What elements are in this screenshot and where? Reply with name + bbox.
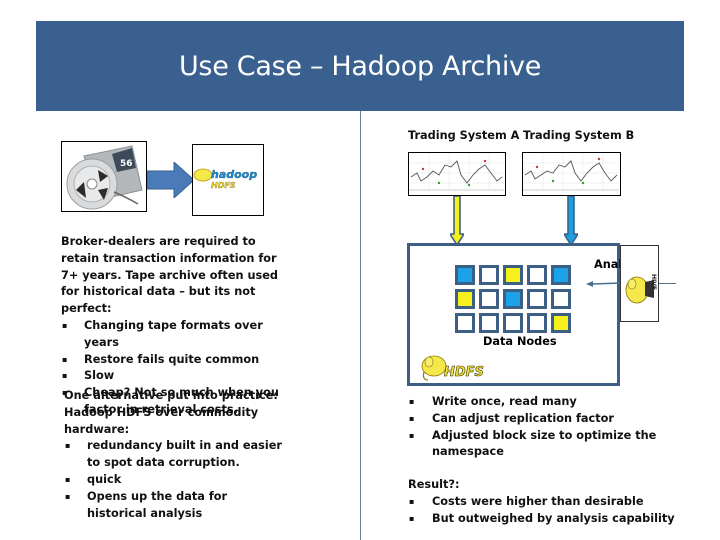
stock-chart-icon xyxy=(409,153,504,191)
svg-text:hadoop: hadoop xyxy=(211,168,257,181)
result-label: Result?: xyxy=(408,478,460,491)
data-node-yellow xyxy=(551,313,571,333)
tape-intro: Broker-dealers are required to retain tr… xyxy=(61,235,278,316)
list-item: Opens up the data for historical analysi… xyxy=(64,489,289,523)
list-item: Restore fails quite common xyxy=(61,352,296,369)
hdfs-elephant-logo-icon: HDFS xyxy=(421,355,484,381)
data-node-empty xyxy=(527,289,547,309)
list-item: Costs were higher than desirable xyxy=(408,494,708,511)
trading-a-to-hdfs-arrow-icon xyxy=(450,196,464,246)
benefit-list: redundancy built in and easier to spot d… xyxy=(64,438,289,522)
tape-reel-icon: 56 xyxy=(66,145,143,210)
data-nodes-grid xyxy=(455,265,575,337)
title-bar: Use Case – Hadoop Archive xyxy=(36,21,684,111)
list-item: Changing tape formats over years xyxy=(61,318,296,352)
stock-chart-icon xyxy=(523,153,619,191)
hive-connector-line xyxy=(659,283,676,284)
alternative-intro: One alternative put into practice: Hadoo… xyxy=(64,389,278,436)
column-divider xyxy=(360,111,361,540)
tape-archive-image: 56 xyxy=(61,141,147,212)
hdfs-features: Write once, read many Can adjust replica… xyxy=(408,394,668,461)
data-node-empty xyxy=(479,289,499,309)
data-node-empty xyxy=(503,313,523,333)
data-nodes-label: Data Nodes xyxy=(483,335,557,348)
svg-text:56: 56 xyxy=(120,159,133,169)
data-node-yellow xyxy=(503,265,523,285)
result-section: Result?: Costs were higher than desirabl… xyxy=(408,477,708,527)
hive-logo-icon: HIVE xyxy=(625,274,657,304)
list-item: Can adjust replication factor xyxy=(408,411,668,428)
trading-system-a-chart xyxy=(408,152,506,196)
list-item: quick xyxy=(64,472,289,489)
trading-system-b-label: Trading System B xyxy=(523,129,635,142)
data-node-empty xyxy=(455,313,475,333)
data-node-blue xyxy=(455,265,475,285)
trading-system-b-chart xyxy=(522,152,621,196)
hive-analysis-box: HIVE xyxy=(620,245,659,322)
svg-text:HDFS: HDFS xyxy=(211,181,236,190)
trading-system-a-label: Trading System A xyxy=(408,129,520,142)
data-node-empty xyxy=(479,265,499,285)
analysis-arrow-icon xyxy=(586,281,622,287)
result-list: Costs were higher than desirable But out… xyxy=(408,494,708,528)
data-node-empty xyxy=(551,289,571,309)
svg-text:HIVE: HIVE xyxy=(650,274,657,290)
list-item: But outweighed by analysis capability xyxy=(408,511,708,528)
list-item: Write once, read many xyxy=(408,394,668,411)
trading-b-to-hdfs-arrow-icon xyxy=(564,196,578,246)
migration-arrow-icon xyxy=(147,162,195,198)
svg-text:HDFS: HDFS xyxy=(444,365,484,380)
list-item: Adjusted block size to optimize the name… xyxy=(408,428,668,462)
data-node-empty xyxy=(527,313,547,333)
hadoop-hdfs-logo: hadoop HDFS xyxy=(192,144,264,216)
data-node-empty xyxy=(479,313,499,333)
data-node-yellow xyxy=(455,289,475,309)
feature-list: Write once, read many Can adjust replica… xyxy=(408,394,668,461)
hadoop-alternative-description: One alternative put into practice: Hadoo… xyxy=(64,388,289,522)
list-item: redundancy built in and easier to spot d… xyxy=(64,438,289,472)
data-node-empty xyxy=(527,265,547,285)
hadoop-logo-icon: hadoop HDFS xyxy=(193,168,257,190)
list-item: Slow xyxy=(61,368,296,385)
slide-title: Use Case – Hadoop Archive xyxy=(178,50,542,82)
data-node-blue xyxy=(503,289,523,309)
data-node-blue xyxy=(551,265,571,285)
